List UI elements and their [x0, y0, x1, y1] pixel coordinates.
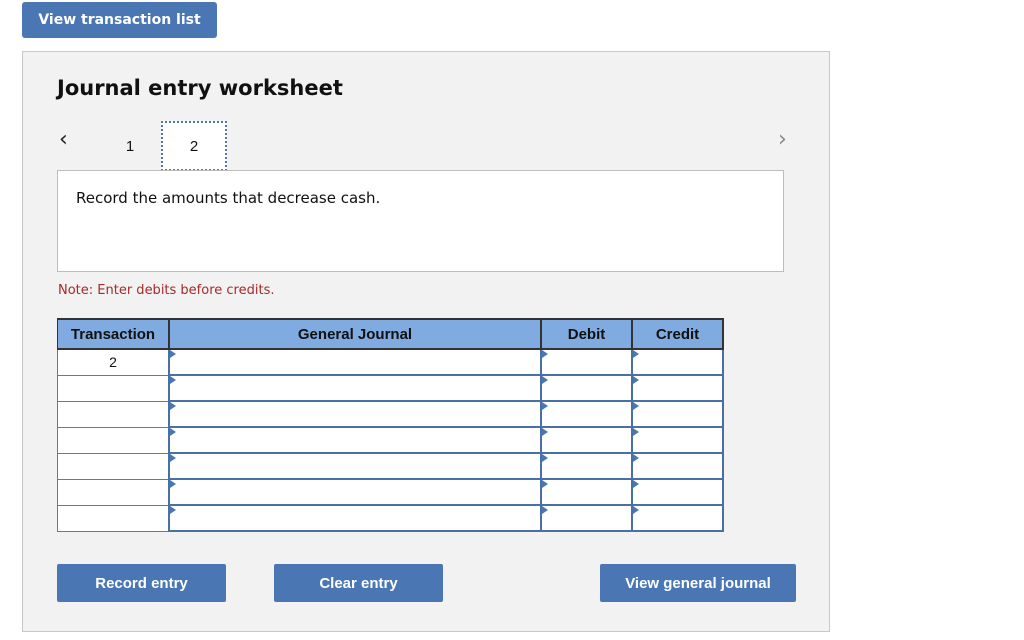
- account-input[interactable]: [170, 454, 540, 478]
- cell-marker-icon: [542, 402, 548, 410]
- account-cell: [168, 452, 542, 480]
- cell-marker-icon: [170, 480, 176, 488]
- cell-marker-icon: [170, 454, 176, 462]
- debit-cell: [540, 478, 633, 506]
- account-cell: [168, 426, 542, 454]
- column-header-credit: Credit: [631, 318, 724, 350]
- credit-input[interactable]: [633, 402, 722, 426]
- credit-cell: [631, 426, 724, 454]
- tab-1[interactable]: 1: [98, 121, 162, 171]
- journal-table: Transaction General Journal Debit Credit…: [57, 318, 724, 532]
- account-input[interactable]: [170, 480, 540, 504]
- debit-cell: [540, 374, 633, 402]
- transaction-cell: [57, 452, 170, 480]
- credit-cell: [631, 374, 724, 402]
- credit-input[interactable]: [633, 428, 722, 452]
- credit-input[interactable]: [633, 454, 722, 478]
- table-row: [57, 452, 724, 480]
- cell-marker-icon: [633, 454, 639, 462]
- instruction-text: Record the amounts that decrease cash.: [76, 189, 381, 207]
- cell-marker-icon: [170, 506, 176, 514]
- credit-cell: [631, 504, 724, 532]
- account-cell: [168, 348, 542, 376]
- debit-cell: [540, 504, 633, 532]
- debit-input[interactable]: [542, 402, 631, 426]
- cell-marker-icon: [542, 480, 548, 488]
- debit-input[interactable]: [542, 506, 631, 530]
- credit-input[interactable]: [633, 376, 722, 400]
- cell-marker-icon: [542, 428, 548, 436]
- column-header-transaction: Transaction: [57, 318, 170, 350]
- transaction-cell: [57, 426, 170, 454]
- table-row: [57, 400, 724, 428]
- credit-input[interactable]: [633, 480, 722, 504]
- account-input[interactable]: [170, 506, 540, 530]
- account-cell: [168, 504, 542, 532]
- cell-marker-icon: [170, 350, 176, 358]
- debit-input[interactable]: [542, 454, 631, 478]
- transaction-cell: [57, 504, 170, 532]
- credit-cell: [631, 478, 724, 506]
- transaction-cell: [57, 374, 170, 402]
- credit-input[interactable]: [633, 506, 722, 530]
- view-general-journal-button[interactable]: View general journal: [600, 564, 796, 602]
- cell-marker-icon: [633, 506, 639, 514]
- cell-marker-icon: [542, 376, 548, 384]
- view-transaction-list-button[interactable]: View transaction list: [22, 2, 217, 38]
- debit-input[interactable]: [542, 376, 631, 400]
- cell-marker-icon: [542, 350, 548, 358]
- journal-entry-worksheet-panel: Journal entry worksheet ‹ 1 2 › Record t…: [22, 51, 830, 632]
- column-header-general-journal: General Journal: [168, 318, 542, 350]
- account-cell: [168, 374, 542, 402]
- cell-marker-icon: [542, 506, 548, 514]
- credit-cell: [631, 348, 724, 376]
- debit-cell: [540, 452, 633, 480]
- cell-marker-icon: [170, 402, 176, 410]
- cell-marker-icon: [170, 376, 176, 384]
- cell-marker-icon: [633, 428, 639, 436]
- cell-marker-icon: [170, 428, 176, 436]
- chevron-right-icon[interactable]: ›: [778, 127, 787, 152]
- account-cell: [168, 400, 542, 428]
- account-input[interactable]: [170, 402, 540, 426]
- debit-cell: [540, 426, 633, 454]
- account-input[interactable]: [170, 376, 540, 400]
- transaction-cell: [57, 400, 170, 428]
- credit-cell: [631, 400, 724, 428]
- tab-2[interactable]: 2: [161, 121, 227, 171]
- instruction-box: Record the amounts that decrease cash.: [57, 170, 784, 272]
- table-row: [57, 478, 724, 506]
- table-row: [57, 374, 724, 402]
- transaction-cell: [57, 478, 170, 506]
- table-header-row: Transaction General Journal Debit Credit: [57, 318, 724, 350]
- column-header-debit: Debit: [540, 318, 633, 350]
- account-input[interactable]: [170, 428, 540, 452]
- account-input[interactable]: [170, 350, 540, 374]
- cell-marker-icon: [633, 350, 639, 358]
- credit-input[interactable]: [633, 350, 722, 374]
- debit-input[interactable]: [542, 350, 631, 374]
- note-text: Note: Enter debits before credits.: [58, 283, 275, 298]
- chevron-left-icon[interactable]: ‹: [59, 127, 68, 152]
- table-row: 2: [57, 348, 724, 376]
- debit-cell: [540, 400, 633, 428]
- worksheet-title: Journal entry worksheet: [57, 76, 343, 100]
- cell-marker-icon: [542, 454, 548, 462]
- clear-entry-button[interactable]: Clear entry: [274, 564, 443, 602]
- credit-cell: [631, 452, 724, 480]
- cell-marker-icon: [633, 480, 639, 488]
- record-entry-button[interactable]: Record entry: [57, 564, 226, 602]
- debit-input[interactable]: [542, 480, 631, 504]
- table-row: [57, 504, 724, 532]
- cell-marker-icon: [633, 376, 639, 384]
- transaction-cell: 2: [57, 348, 170, 376]
- debit-cell: [540, 348, 633, 376]
- table-row: [57, 426, 724, 454]
- cell-marker-icon: [633, 402, 639, 410]
- debit-input[interactable]: [542, 428, 631, 452]
- account-cell: [168, 478, 542, 506]
